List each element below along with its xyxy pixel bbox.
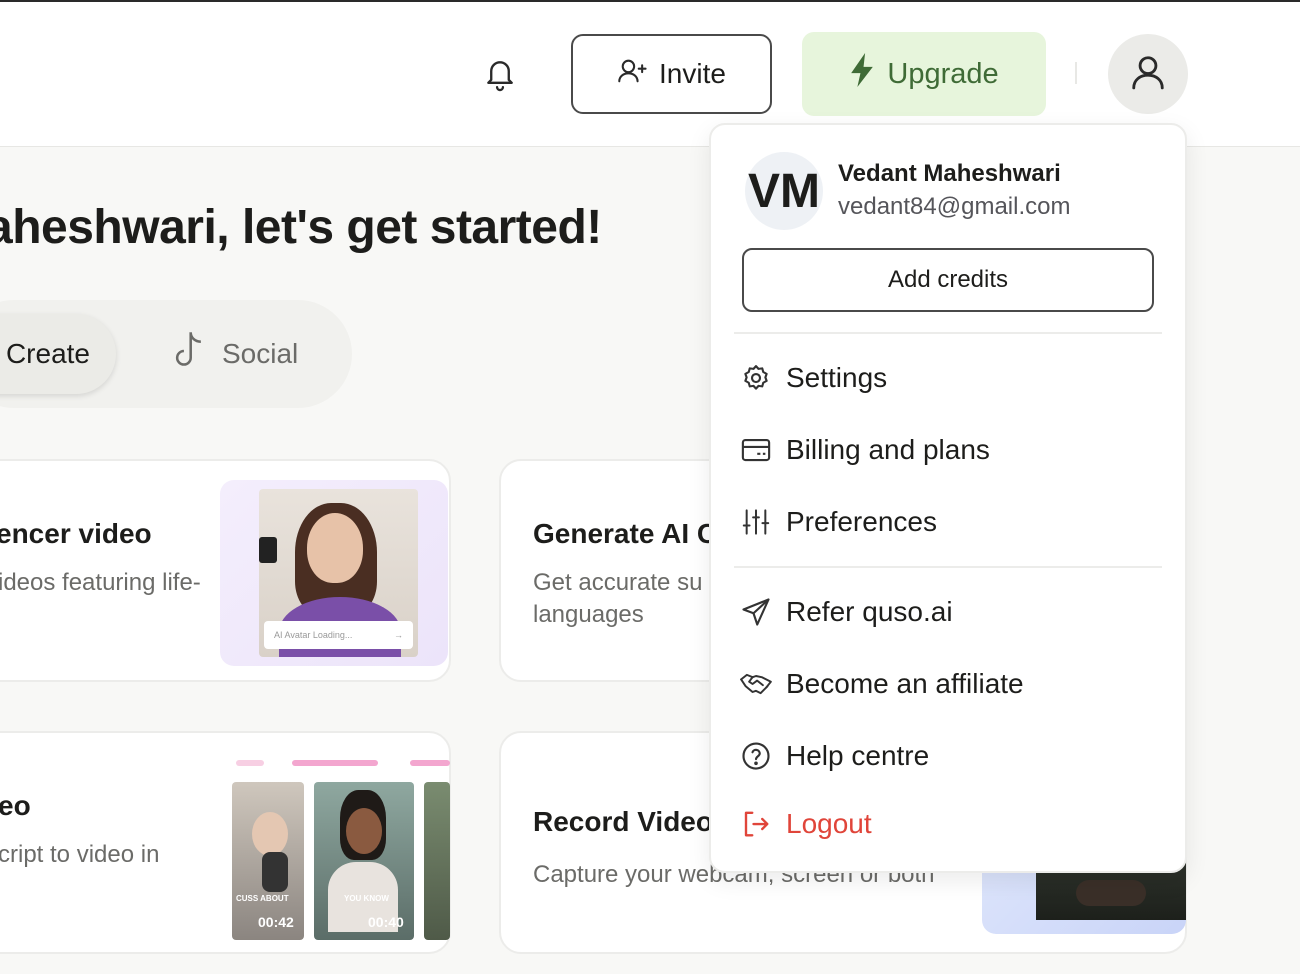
add-credits-label: Add credits xyxy=(887,266,1009,293)
menu-divider xyxy=(734,332,1162,334)
menu-item-label: Become an affiliate xyxy=(786,668,1024,699)
avatar-loading-text: AI Avatar Loading... xyxy=(274,630,353,640)
arrow-right-icon: → xyxy=(394,630,403,640)
upgrade-label: Upgrade xyxy=(887,57,999,90)
profile-avatar-button[interactable] xyxy=(1108,34,1188,114)
menu-divider xyxy=(734,566,1162,568)
video-clip-thumbnail xyxy=(424,782,450,940)
avatar: VM xyxy=(745,152,823,230)
card-title: eo xyxy=(0,790,31,821)
clip-caption: YOU KNOW xyxy=(344,894,389,903)
clip-caption: CUSS ABOUT xyxy=(236,894,289,903)
tab-create[interactable]: Create xyxy=(0,314,116,394)
add-credits-button[interactable]: Add credits xyxy=(742,248,1154,312)
menu-item-help[interactable]: Help centre xyxy=(740,734,929,778)
header-divider xyxy=(1075,62,1077,84)
send-icon xyxy=(740,596,772,628)
card-title: Record Video xyxy=(533,806,713,837)
clip-duration: 00:40 xyxy=(368,914,404,930)
card-title: encer video xyxy=(0,518,152,549)
timeline-strip xyxy=(292,760,378,766)
logout-icon xyxy=(740,808,772,840)
timeline-strip xyxy=(236,760,264,766)
menu-item-settings[interactable]: Settings xyxy=(740,356,887,400)
card-description: cript to video in xyxy=(0,841,160,868)
credit-card-icon xyxy=(740,434,772,466)
menu-item-label: Logout xyxy=(786,808,872,839)
menu-item-label: Preferences xyxy=(786,506,937,537)
user-icon xyxy=(1129,53,1167,96)
card-description: ideos featuring life- xyxy=(0,569,201,596)
menu-item-label: Billing and plans xyxy=(786,434,990,465)
user-name: Vedant Maheshwari xyxy=(838,160,1061,187)
upgrade-button[interactable]: Upgrade xyxy=(802,32,1046,116)
card-title: Generate AI C xyxy=(533,518,718,549)
tab-social[interactable]: Social xyxy=(168,330,298,378)
invite-button[interactable]: Invite xyxy=(571,34,772,114)
avatar-loading-badge: AI Avatar Loading... → xyxy=(264,621,413,649)
clip-duration: 00:42 xyxy=(258,914,294,930)
add-user-icon xyxy=(617,57,649,92)
card-description-line-2: languages xyxy=(533,601,644,628)
tiktok-icon xyxy=(168,329,210,380)
video-clip-thumbnail: CUSS ABOUT 00:42 xyxy=(232,782,304,940)
menu-item-logout[interactable]: Logout xyxy=(740,802,872,846)
page-title: aheshwari, let's get started! xyxy=(0,201,602,254)
tab-social-label: Social xyxy=(222,338,299,369)
menu-item-label: Refer quso.ai xyxy=(786,596,953,627)
notifications-bell-icon[interactable] xyxy=(482,55,518,93)
menu-item-label: Help centre xyxy=(786,740,930,771)
avatar-initials: VM xyxy=(748,164,820,218)
card-description-line-1: Get accurate su xyxy=(533,569,703,596)
menu-item-billing[interactable]: Billing and plans xyxy=(740,428,990,472)
help-circle-icon xyxy=(740,740,772,772)
invite-label: Invite xyxy=(659,58,726,89)
sliders-icon xyxy=(740,506,772,538)
video-clip-thumbnail: YOU KNOW 00:40 xyxy=(314,782,414,940)
menu-item-preferences[interactable]: Preferences xyxy=(740,500,937,544)
menu-item-affiliate[interactable]: Become an affiliate xyxy=(740,662,1024,706)
menu-item-label: Settings xyxy=(786,362,888,393)
handshake-icon xyxy=(740,668,772,700)
tab-create-label: Create xyxy=(5,338,90,369)
user-email: vedant84@gmail.com xyxy=(838,193,1071,220)
gear-icon xyxy=(740,362,772,394)
menu-item-refer[interactable]: Refer quso.ai xyxy=(740,590,953,634)
lightning-icon xyxy=(849,53,875,95)
timeline-strip xyxy=(410,760,450,766)
